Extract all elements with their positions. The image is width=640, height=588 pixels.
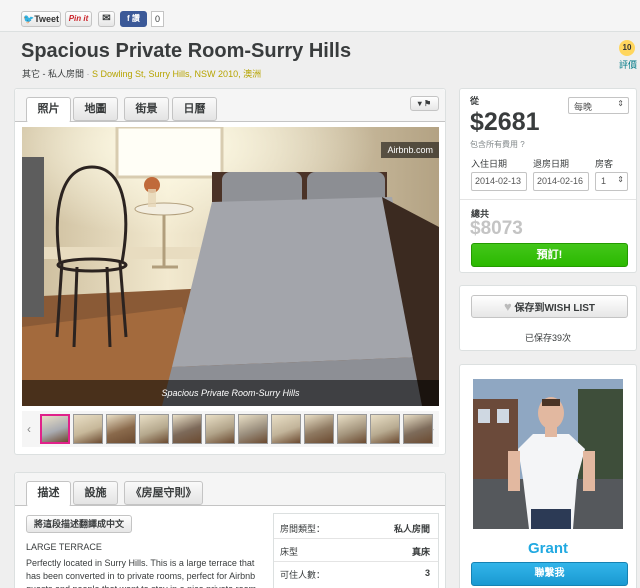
page-title: Spacious Private Room-Surry Hills <box>21 40 352 62</box>
description-tab-bar: 描述 設施 《房屋守則》 <box>15 473 445 507</box>
checkin-label: 入住日期 <box>471 159 508 169</box>
help-icon[interactable]: ? <box>520 140 524 149</box>
main-photo[interactable]: Airbnb.com Spacious Private Room-Surry H… <box>22 127 439 406</box>
watermark-badge: Airbnb.com <box>381 142 439 158</box>
listing-subtitle: 其它 - 私人房間 · S Dowling St, Surry Hills, N… <box>22 69 262 79</box>
envelope-icon: ✉ <box>102 13 111 24</box>
review-link[interactable]: 評價 <box>619 58 637 71</box>
facebook-count: 0 <box>151 11 164 27</box>
pin-it-button[interactable]: Pin it <box>65 11 92 27</box>
tab-map[interactable]: 地圖 <box>73 97 118 121</box>
host-avatar-image <box>473 379 623 529</box>
select-arrows-icon: ⇕ <box>617 175 624 184</box>
fees-note: 包含所有費用 ? <box>470 140 525 149</box>
tab-photos[interactable]: 照片 <box>26 97 71 123</box>
photo-panel: 照片 地圖 街景 日曆 ▾ ⚑ Airbnb.com Spacious Priv… <box>14 88 446 455</box>
details-divider <box>274 561 438 562</box>
photo-thumbnail[interactable] <box>73 414 103 444</box>
accommodates-label: 可住人數： <box>280 570 326 580</box>
host-name[interactable]: Grant <box>460 540 636 557</box>
address-link[interactable]: S Dowling St, Surry Hills, NSW 2010, 澳洲 <box>92 69 261 79</box>
review-badge[interactable]: 10 <box>619 40 635 56</box>
photo-thumbnail[interactable] <box>337 414 367 444</box>
booking-divider <box>460 199 636 200</box>
chevron-left-icon: ‹ <box>27 422 31 436</box>
host-photo[interactable] <box>473 379 623 529</box>
photo-caption-bar: Spacious Private Room-Surry Hills <box>22 380 439 406</box>
translate-button[interactable]: 將這段描述翻譯成中文 <box>26 515 132 533</box>
tab-amenities[interactable]: 設施 <box>73 481 118 505</box>
price-period-select[interactable]: 每晚 ⇕ <box>568 97 629 114</box>
checkout-date-input[interactable]: 2014-02-16 <box>533 172 589 191</box>
photo-thumbnail[interactable] <box>106 414 136 444</box>
email-share-button[interactable]: ✉ <box>98 11 115 27</box>
photo-thumbnail[interactable] <box>172 414 202 444</box>
checkout-label: 退房日期 <box>533 159 570 169</box>
book-button[interactable]: 預訂! <box>471 243 628 267</box>
description-panel: 描述 設施 《房屋守則》 將這段描述翻譯成中文 LARGE TERRACE Pe… <box>14 472 446 588</box>
photo-thumbnail[interactable] <box>271 414 301 444</box>
contact-host-button[interactable]: 聯繫我 <box>471 562 628 586</box>
host-panel: Grant 聯繫我 <box>459 364 637 588</box>
photo-thumbnail[interactable] <box>304 414 334 444</box>
flag-button[interactable]: ▾ ⚑ <box>410 96 439 111</box>
bed-type-label: 床型 <box>280 547 299 557</box>
facebook-icon: f 讚 <box>127 14 140 23</box>
photo-thumbnail[interactable] <box>403 414 433 444</box>
twitter-icon: 🐦 <box>22 14 35 24</box>
thumb-prev-button[interactable]: ‹ <box>22 411 36 447</box>
chevron-down-icon: ▾ <box>417 99 422 108</box>
tweet-button[interactable]: 🐦Tweet <box>21 11 61 27</box>
bed-type-value: 真床 <box>411 547 430 557</box>
facebook-share-button[interactable]: f 讚 <box>120 11 147 27</box>
room-type: 其它 - 私人房間 <box>22 69 84 79</box>
save-to-wishlist-button[interactable]: ♥ 保存到WISH LIST <box>471 295 628 318</box>
wishlist-panel: ♥ 保存到WISH LIST 已保存39次 <box>459 285 637 351</box>
booking-panel: 從 $2681 包含所有費用 ? 每晚 ⇕ 入住日期 退房日期 房客 2014-… <box>459 88 637 273</box>
flag-icon: ⚑ <box>424 99 432 108</box>
tab-description[interactable]: 描述 <box>26 481 71 507</box>
checkin-date-input[interactable]: 2014-02-13 <box>471 172 527 191</box>
select-arrows-icon: ⇕ <box>617 99 624 108</box>
saved-count: 已保存39次 <box>524 333 571 343</box>
heart-icon: ♥ <box>503 299 512 314</box>
guests-select[interactable]: 1 ⇕ <box>595 172 628 191</box>
room-type-label: 房間類型： <box>280 524 326 534</box>
accommodates-value: 3 <box>424 568 430 578</box>
photo-thumbnail[interactable] <box>40 414 70 444</box>
room-type-value: 私人房間 <box>393 524 430 534</box>
description-heading: LARGE TERRACE <box>26 542 102 552</box>
tab-calendar[interactable]: 日曆 <box>172 97 217 121</box>
details-divider <box>274 538 438 539</box>
share-bar: 🐦Tweet Pin it ✉ f 讚 0 <box>0 0 640 32</box>
thumbnail-list <box>40 414 433 444</box>
photo-tab-bar: 照片 地圖 街景 日曆 ▾ ⚑ <box>15 89 445 123</box>
photo-thumbnail[interactable] <box>139 414 169 444</box>
photo-thumbnail[interactable] <box>370 414 400 444</box>
details-table: 房間類型： 私人房間 床型 真床 可住人數： 3 <box>273 513 439 588</box>
price-from-label: 從 <box>470 96 480 106</box>
total-price: $8073 <box>470 218 523 239</box>
photo-thumbnail[interactable] <box>205 414 235 444</box>
bedroom-photo-image <box>22 127 439 406</box>
nightly-price: $2681 <box>470 108 540 136</box>
guests-label: 房客 <box>595 159 614 169</box>
photo-thumbnail[interactable] <box>238 414 268 444</box>
thumbnail-strip: ‹ › <box>22 411 439 447</box>
tab-house-rules[interactable]: 《房屋守則》 <box>124 481 203 505</box>
tab-street-view[interactable]: 街景 <box>124 97 169 121</box>
description-body: Perfectly located in Surry Hills. This i… <box>26 558 256 588</box>
